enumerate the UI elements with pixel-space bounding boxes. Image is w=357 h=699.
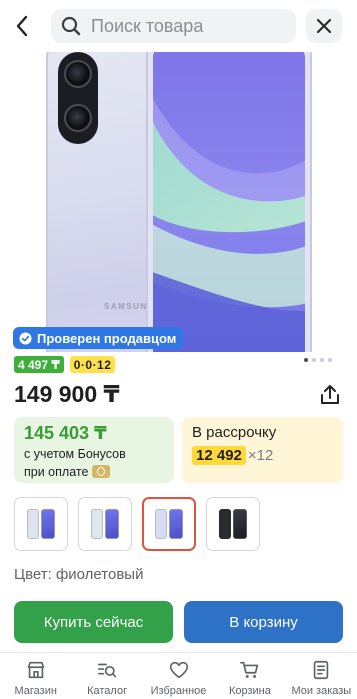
tab-cart[interactable]: Корзина: [214, 653, 285, 699]
cart-icon: [239, 661, 259, 678]
tab-label: Корзина: [228, 685, 271, 697]
pagination-dot: [328, 358, 332, 362]
tab-label: Избранное: [150, 685, 207, 697]
selected-color-label: Цвет: фиолетовый: [14, 566, 144, 583]
color-variants: [14, 497, 260, 551]
installment-months: ×12: [247, 447, 274, 464]
gallery-pagination: [304, 358, 332, 362]
installment-row: 12 492 ×12: [192, 446, 333, 465]
tab-orders[interactable]: Мои заказы: [286, 653, 357, 699]
camera-lens-icon: [64, 104, 92, 132]
variant-thumb-black[interactable]: [206, 497, 260, 551]
tab-label: Каталог: [87, 685, 128, 697]
share-icon: [321, 385, 339, 404]
installment-title: В рассрочку: [192, 424, 277, 441]
top-bar: Поиск товара: [0, 0, 357, 52]
close-icon: [316, 18, 332, 34]
tab-label: Магазин: [14, 685, 57, 697]
phone-front-image: [146, 52, 312, 352]
variant-phone-image: [219, 509, 247, 539]
installment-monthly: 12 492: [192, 446, 246, 465]
add-to-cart-button[interactable]: В корзину: [184, 601, 343, 643]
tab-label: Мои заказы: [291, 685, 352, 697]
phone-screen: [153, 52, 305, 352]
variant-phone-image: [27, 509, 55, 539]
promo-badges: 4 497 ₸ 0·0·12: [14, 356, 116, 373]
share-button[interactable]: [318, 383, 342, 407]
verified-seller-label: Проверен продавцом: [37, 330, 177, 346]
close-button[interactable]: [306, 9, 342, 43]
camera-module: [58, 52, 98, 144]
verified-check-icon: [19, 331, 32, 345]
bottom-tab-bar: Магазин Каталог Избранное Корзина Мои за…: [0, 652, 357, 699]
variant-thumb-violet[interactable]: [142, 497, 196, 551]
tab-store[interactable]: Магазин: [0, 653, 71, 699]
installment-card[interactable]: В рассрочку 12 492 ×12: [182, 417, 343, 483]
bonus-price-card[interactable]: 145 403 ₸ с учетом Бонусов при оплате: [14, 417, 174, 483]
tab-catalog[interactable]: Каталог: [71, 653, 142, 699]
pagination-dot: [320, 358, 324, 362]
bonus-price: 145 403 ₸: [24, 423, 107, 443]
product-price: 149 900 ₸: [14, 381, 120, 407]
product-image-gallery[interactable]: SAMSUNG: [0, 52, 357, 352]
back-button[interactable]: [0, 0, 44, 52]
catalog-search-icon: [98, 663, 117, 678]
orders-icon: [314, 660, 329, 680]
heart-icon: [169, 661, 188, 679]
variant-thumb-mint[interactable]: [78, 497, 132, 551]
tab-favorites[interactable]: Избранное: [143, 653, 214, 699]
camera-lens-icon: [64, 60, 92, 88]
variant-phone-image: [155, 509, 183, 539]
variant-phone-image: [91, 509, 119, 539]
search-icon: [61, 16, 81, 36]
search-placeholder: Поиск товара: [91, 15, 204, 36]
pagination-dot: [304, 358, 308, 362]
pagination-dot: [312, 358, 316, 362]
chevron-left-icon: [16, 15, 28, 37]
bonus-note-line2: при оплате: [24, 465, 89, 479]
wallpaper-graphic: [153, 52, 305, 352]
buy-now-button[interactable]: Купить сейчас: [14, 601, 173, 643]
search-input[interactable]: Поиск товара: [51, 9, 296, 43]
bonus-badge: 4 497 ₸: [14, 356, 64, 373]
product-page: Поиск товара SAMSUNG Проверен продавцом …: [0, 0, 357, 699]
variant-thumb-silver[interactable]: [14, 497, 68, 551]
verified-seller-badge: Проверен продавцом: [13, 327, 184, 349]
bonus-note-line2-row: при оплате: [24, 464, 164, 480]
bonus-coin-icon: [92, 465, 111, 478]
installment-badge: 0·0·12: [69, 356, 116, 373]
bonus-note-line1: с учетом Бонусов: [24, 447, 126, 461]
store-icon: [27, 661, 44, 679]
